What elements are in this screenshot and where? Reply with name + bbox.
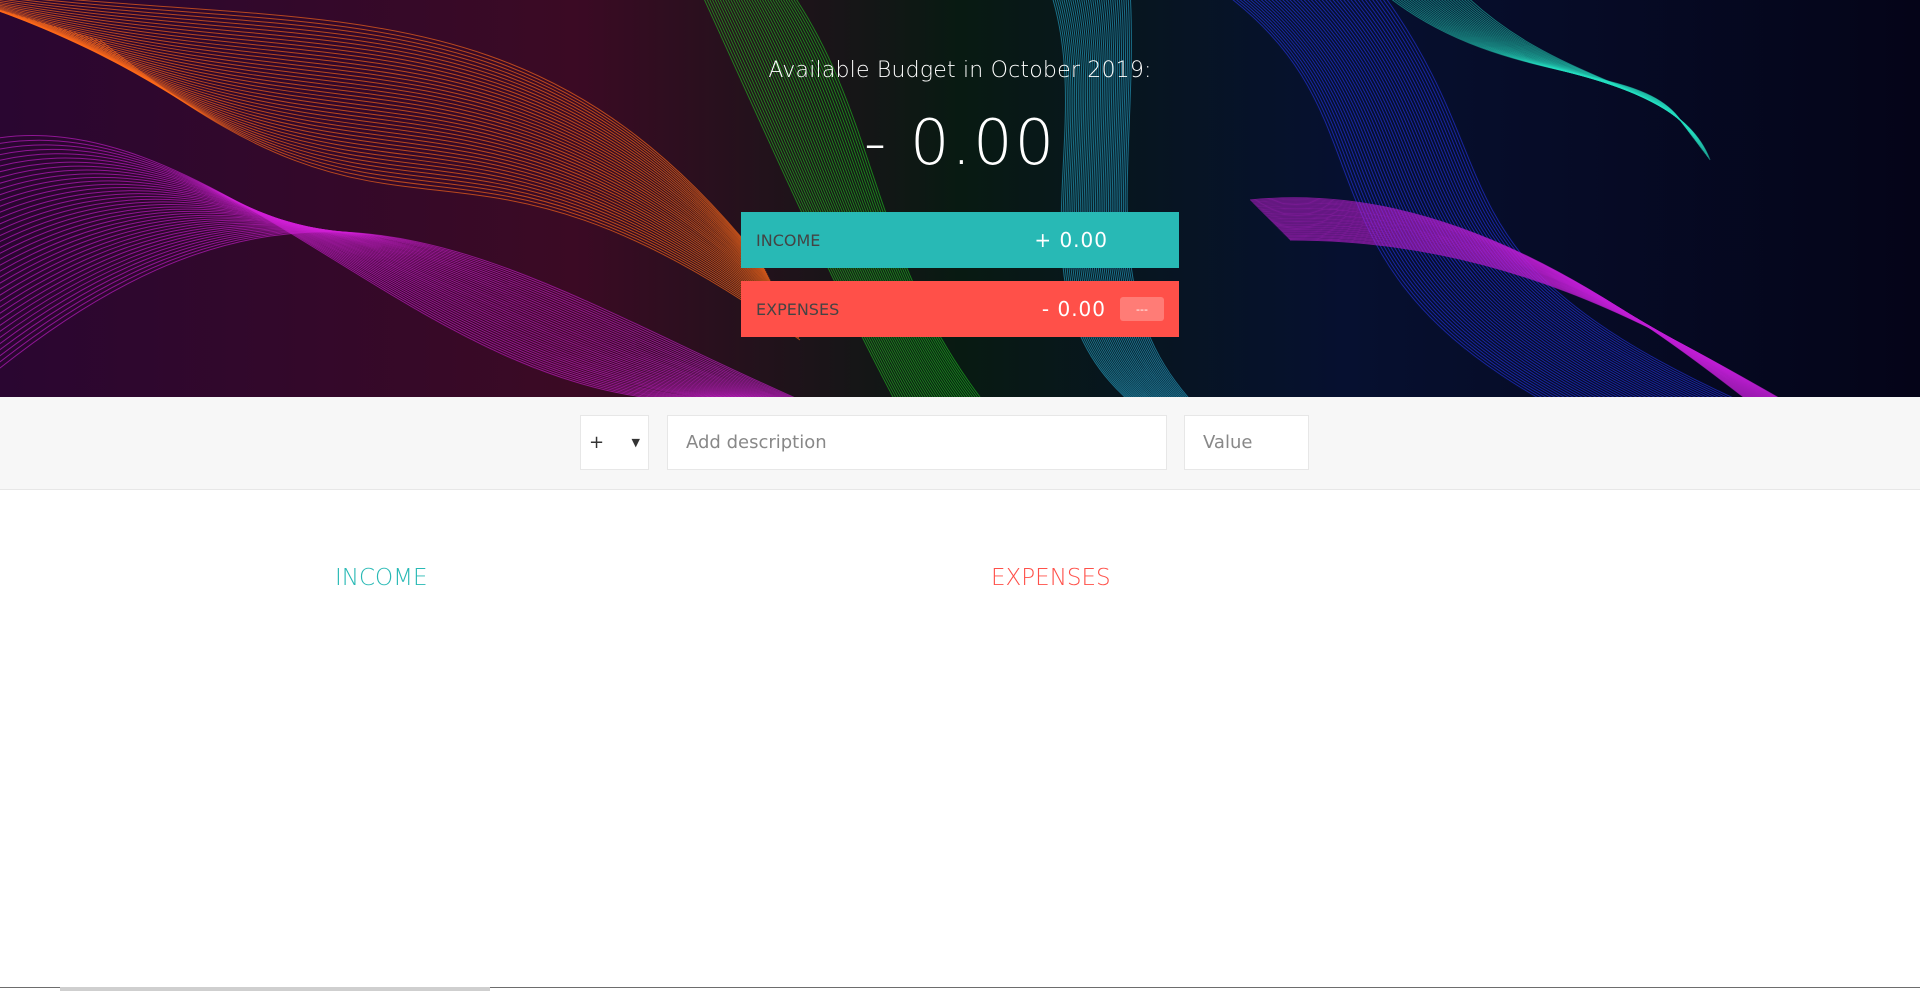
horizontal-scrollbar[interactable] bbox=[0, 987, 1920, 991]
scrollbar-thumb[interactable] bbox=[60, 987, 490, 991]
budget-expenses-label: EXPENSES bbox=[756, 299, 840, 319]
budget-value: - 0.00 bbox=[863, 106, 1057, 179]
chevron-down-icon: ▼ bbox=[631, 436, 640, 449]
income-list-title: INCOME bbox=[335, 565, 428, 591]
add-description-input[interactable] bbox=[667, 415, 1167, 470]
expenses-list-title: EXPENSES bbox=[991, 565, 1111, 591]
budget-expenses-value: - 0.00 bbox=[1041, 297, 1106, 321]
budget-income-value: + 0.00 bbox=[1034, 228, 1108, 252]
budget-income-box: INCOME + 0.00 bbox=[741, 212, 1179, 268]
budget-expenses-box: EXPENSES - 0.00 --- bbox=[741, 281, 1179, 337]
budget-expenses-percentage: --- bbox=[1120, 297, 1164, 321]
hero-header: Available Budget in October 2019: - 0.00… bbox=[0, 0, 1920, 397]
add-container: + ▼ bbox=[0, 397, 1920, 490]
budget-income-label: INCOME bbox=[756, 230, 821, 250]
add-type-value: + bbox=[589, 432, 605, 453]
add-value-input[interactable] bbox=[1184, 415, 1309, 470]
add-type-select[interactable]: + ▼ bbox=[580, 415, 649, 470]
budget-title: Available Budget in October 2019: bbox=[768, 58, 1152, 83]
budget-summary: Available Budget in October 2019: - 0.00… bbox=[0, 0, 1920, 397]
